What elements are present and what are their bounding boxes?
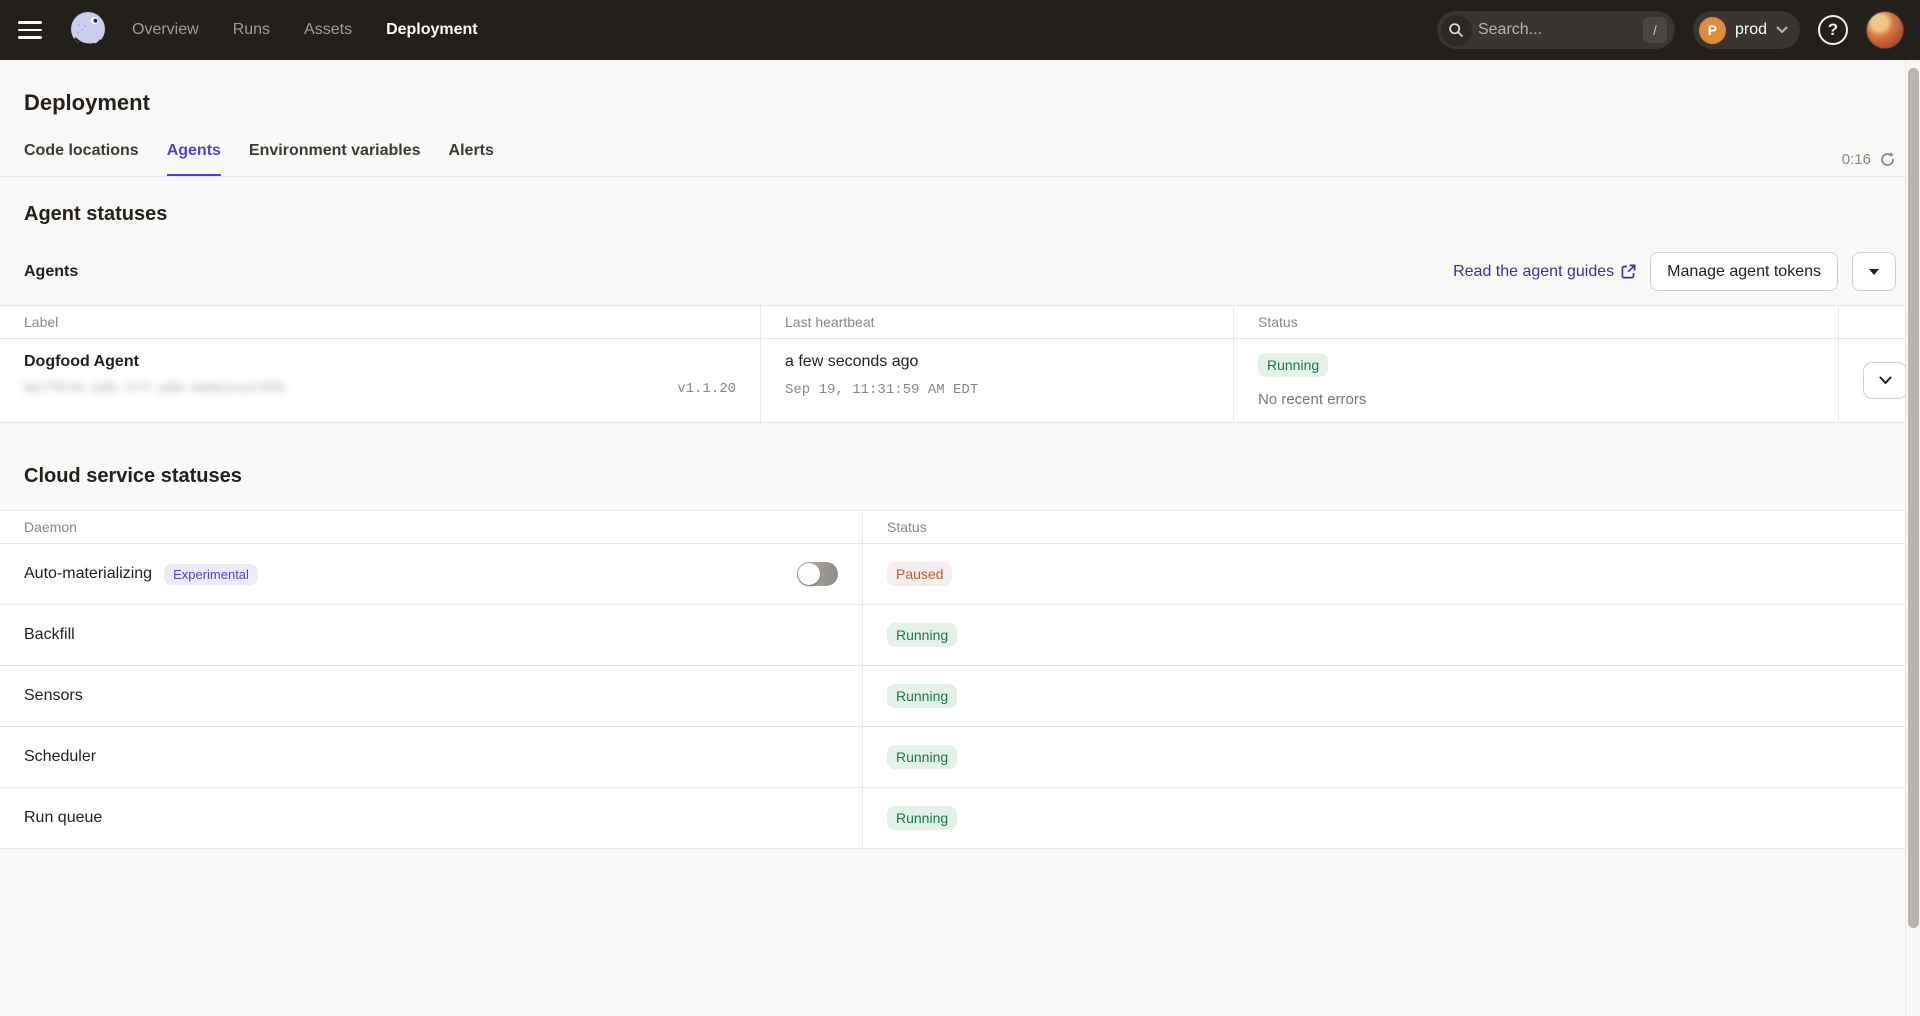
search-icon bbox=[1441, 15, 1472, 46]
agent-version: v1.1.20 bbox=[677, 381, 736, 397]
daemon-name: Sensors bbox=[24, 687, 83, 705]
nav-item-runs[interactable]: Runs bbox=[233, 21, 270, 39]
nav-item-deployment[interactable]: Deployment bbox=[386, 21, 478, 39]
agent-heartbeat-cell: a few seconds ago Sep 19, 11:31:59 AM ED… bbox=[760, 339, 1233, 422]
status-badge: Running bbox=[887, 684, 957, 708]
refresh-timer: 0:16 bbox=[1842, 151, 1896, 176]
topbar-right-controls: / P prod ? bbox=[1437, 11, 1904, 49]
status-badge: Paused bbox=[887, 562, 952, 586]
agents-table: Label Last heartbeat Status Dogfood Agen… bbox=[0, 305, 1920, 423]
refresh-icon[interactable] bbox=[1879, 151, 1896, 168]
daemon-cell: Sensors bbox=[0, 666, 862, 726]
deployment-name: prod bbox=[1735, 21, 1767, 39]
col-header-label: Label bbox=[0, 306, 760, 338]
user-avatar[interactable] bbox=[1866, 11, 1904, 49]
status-badge: Running bbox=[887, 806, 957, 830]
top-navigation-bar: Overview Runs Assets Deployment / P prod… bbox=[0, 0, 1920, 60]
page-title: Deployment bbox=[24, 90, 1896, 116]
daemon-cell: Backfill bbox=[0, 605, 862, 665]
daemon-row-scheduler: Scheduler Running bbox=[0, 727, 1920, 788]
col-header-last-heartbeat: Last heartbeat bbox=[760, 306, 1233, 338]
agent-actions-dropdown-button[interactable] bbox=[1852, 252, 1896, 291]
daemon-status-cell: Running bbox=[862, 727, 1920, 787]
col-header-status: Status bbox=[862, 511, 1920, 543]
manage-agent-tokens-button[interactable]: Manage agent tokens bbox=[1650, 252, 1838, 291]
primary-nav: Overview Runs Assets Deployment bbox=[132, 21, 478, 39]
col-header-daemon: Daemon bbox=[0, 511, 862, 543]
cloud-services-table: Daemon Status Auto-materializing Experim… bbox=[0, 510, 1920, 849]
app-logo[interactable] bbox=[66, 8, 110, 52]
agent-guides-link[interactable]: Read the agent guides bbox=[1453, 263, 1636, 281]
agent-errors-text: No recent errors bbox=[1258, 391, 1814, 408]
hamburger-menu-button[interactable] bbox=[18, 13, 52, 47]
daemon-status-cell: Running bbox=[862, 666, 1920, 726]
caret-down-icon bbox=[1869, 269, 1879, 275]
vertical-scrollbar bbox=[1905, 60, 1920, 1016]
daemon-status-cell: Paused bbox=[862, 544, 1920, 604]
agent-statuses-heading: Agent statuses bbox=[0, 177, 1920, 226]
agent-status-badge: Running bbox=[1258, 353, 1328, 377]
daemon-row-auto-materializing: Auto-materializing Experimental Paused bbox=[0, 544, 1920, 605]
heartbeat-absolute: Sep 19, 11:31:59 AM EDT bbox=[785, 382, 1209, 398]
cloud-service-statuses-heading: Cloud service statuses bbox=[0, 423, 1920, 510]
daemon-cell: Scheduler bbox=[0, 727, 862, 787]
daemon-row-run-queue: Run queue Running bbox=[0, 788, 1920, 849]
daemon-name: Backfill bbox=[24, 626, 75, 644]
toggle-knob bbox=[798, 563, 820, 585]
col-header-status: Status bbox=[1233, 306, 1838, 338]
agents-subheading: Agents bbox=[24, 263, 78, 281]
daemon-name: Auto-materializing bbox=[24, 565, 152, 583]
daemon-status-cell: Running bbox=[862, 788, 1920, 848]
tab-environment-variables[interactable]: Environment variables bbox=[249, 142, 421, 176]
agent-label-cell: Dogfood Agent 0a7f07b-2d6-47f-a9b-b09e2c… bbox=[0, 339, 760, 422]
heartbeat-relative: a few seconds ago bbox=[785, 353, 1209, 371]
status-badge: Running bbox=[887, 623, 957, 647]
octopus-logo-icon bbox=[66, 8, 110, 52]
agents-table-header: Label Last heartbeat Status bbox=[0, 305, 1920, 339]
tab-code-locations[interactable]: Code locations bbox=[24, 142, 139, 176]
scrollbar-thumb[interactable] bbox=[1908, 68, 1919, 928]
auto-materializing-toggle[interactable] bbox=[797, 562, 838, 586]
deployment-switcher[interactable]: P prod bbox=[1693, 11, 1800, 49]
cloud-table-header: Daemon Status bbox=[0, 510, 1920, 544]
daemon-row-backfill: Backfill Running bbox=[0, 605, 1920, 666]
question-mark-icon: ? bbox=[1828, 20, 1838, 40]
external-link-icon bbox=[1621, 264, 1636, 279]
agent-name: Dogfood Agent bbox=[24, 353, 736, 371]
deployment-initial-badge: P bbox=[1699, 17, 1726, 44]
daemon-status-cell: Running bbox=[862, 605, 1920, 665]
search-input[interactable] bbox=[1472, 21, 1643, 39]
refresh-countdown: 0:16 bbox=[1842, 151, 1871, 168]
daemon-name: Run queue bbox=[24, 809, 102, 827]
agent-expand-button[interactable] bbox=[1863, 362, 1907, 399]
daemon-row-sensors: Sensors Running bbox=[0, 666, 1920, 727]
nav-item-overview[interactable]: Overview bbox=[132, 21, 199, 39]
help-button[interactable]: ? bbox=[1818, 15, 1848, 45]
agent-status-cell: Running No recent errors bbox=[1233, 339, 1838, 422]
chevron-down-icon bbox=[1776, 26, 1788, 34]
tab-agents[interactable]: Agents bbox=[167, 142, 221, 176]
search-box[interactable]: / bbox=[1437, 11, 1675, 49]
daemon-cell: Run queue bbox=[0, 788, 862, 848]
agent-id-redacted: 0a7f07b-2d6-47f-a9b-b09e2ca75f0 bbox=[24, 381, 284, 397]
nav-item-assets[interactable]: Assets bbox=[304, 21, 352, 39]
tab-alerts[interactable]: Alerts bbox=[449, 142, 494, 176]
chevron-down-icon bbox=[1879, 376, 1892, 385]
tab-bar: Code locations Agents Environment variab… bbox=[0, 142, 1920, 177]
daemon-name: Scheduler bbox=[24, 748, 96, 766]
status-badge: Running bbox=[887, 745, 957, 769]
daemon-cell: Auto-materializing Experimental bbox=[0, 544, 862, 604]
experimental-badge: Experimental bbox=[164, 564, 258, 585]
main-content: Deployment Code locations Agents Environ… bbox=[0, 60, 1920, 849]
agent-row: Dogfood Agent 0a7f07b-2d6-47f-a9b-b09e2c… bbox=[0, 339, 1920, 423]
search-shortcut-hint: / bbox=[1643, 17, 1667, 43]
agent-guides-link-label: Read the agent guides bbox=[1453, 263, 1614, 281]
